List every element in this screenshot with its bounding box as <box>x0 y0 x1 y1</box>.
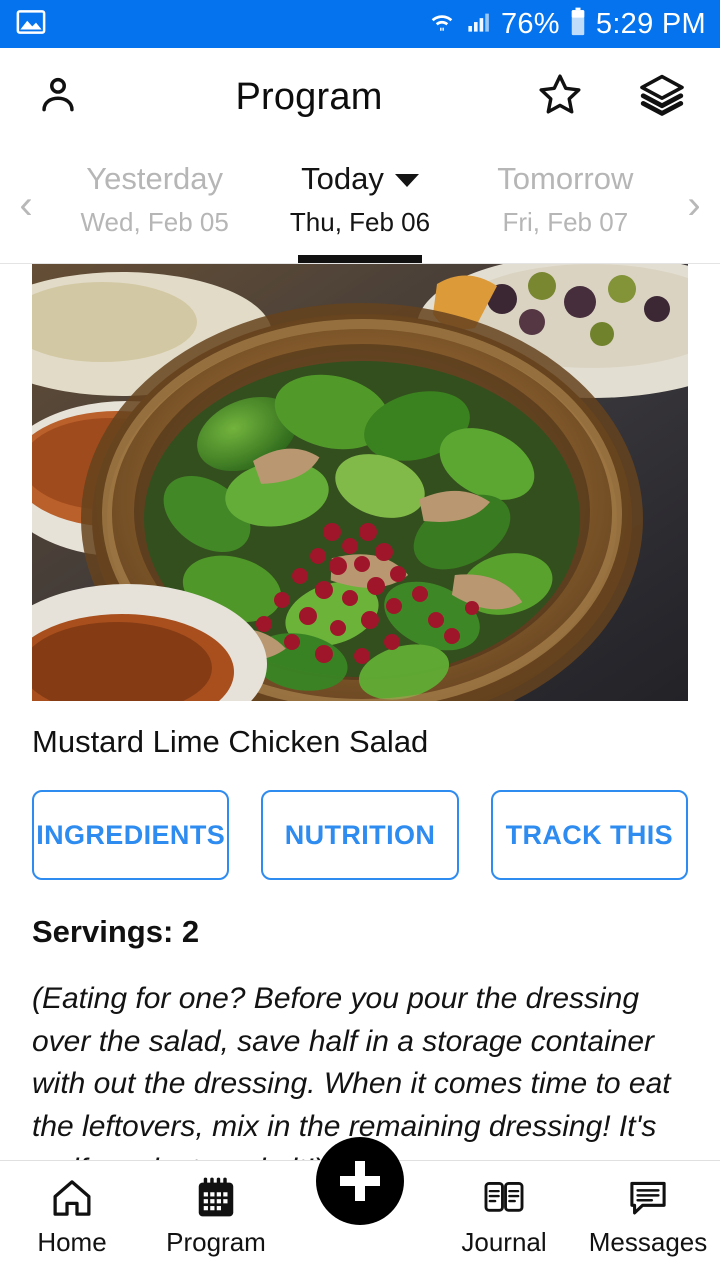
day-tab-yesterday[interactable]: Yesterday Wed, Feb 05 <box>52 146 257 263</box>
calendar-icon <box>193 1175 239 1221</box>
favorite-button[interactable] <box>532 69 588 125</box>
wifi-icon <box>428 8 456 41</box>
image-icon <box>16 7 46 42</box>
day-tab-today[interactable]: Today Thu, Feb 06 <box>257 146 462 263</box>
day-tab-today-date: Thu, Feb 06 <box>289 206 431 237</box>
nav-label-journal: Journal <box>461 1227 547 1257</box>
battery-icon <box>569 7 587 42</box>
app-bar: Program <box>0 48 720 146</box>
recipe-actions: INGREDIENTS NUTRITION TRACK THIS <box>0 760 720 881</box>
recipe-note: (Eating for one? Before you pour the dre… <box>32 982 671 1160</box>
status-bar-left <box>16 7 46 42</box>
bottom-navigation: Home Program Journal Messages <box>0 1137 720 1280</box>
day-selector: ‹ Yesterday Wed, Feb 05 Today Thu, Feb 0… <box>0 146 720 264</box>
day-tab-yesterday-date: Wed, Feb 05 <box>80 206 229 237</box>
profile-button[interactable] <box>30 69 86 125</box>
page-title: Program <box>235 75 383 118</box>
nav-label-program: Program <box>166 1227 266 1257</box>
prev-day-button[interactable]: ‹ <box>0 146 52 263</box>
clock-label: 5:29 PM <box>595 7 706 40</box>
status-bar: 76% 5:29 PM <box>0 0 720 48</box>
day-tab-yesterday-label: Yesterday <box>86 161 224 196</box>
app-bar-actions <box>532 69 690 125</box>
chevron-down-icon[interactable] <box>394 174 419 188</box>
nav-item-program[interactable]: Program <box>144 1175 288 1255</box>
star-outline-icon <box>536 71 584 124</box>
nav-item-journal[interactable]: Journal <box>432 1175 576 1255</box>
book-icon <box>481 1175 527 1221</box>
status-bar-right: 76% 5:29 PM <box>428 7 706 42</box>
home-icon <box>49 1175 95 1221</box>
next-day-button[interactable]: › <box>668 146 720 263</box>
day-tab-today-label: Today <box>301 161 384 196</box>
person-icon <box>36 73 80 122</box>
nav-label-messages: Messages <box>588 1227 708 1257</box>
app-screen: 76% 5:29 PM Program ‹ Yesterday Wed, Feb… <box>0 0 720 1280</box>
plus-icon <box>338 1159 382 1203</box>
recipe-title: Mustard Lime Chicken Salad <box>32 724 429 759</box>
layers-button[interactable] <box>634 69 690 125</box>
nav-item-home[interactable]: Home <box>0 1175 144 1255</box>
layers-icon <box>638 71 686 124</box>
nav-item-messages[interactable]: Messages <box>576 1175 720 1255</box>
servings-label: Servings: 2 <box>32 914 200 950</box>
add-button[interactable] <box>316 1137 404 1225</box>
salad-photo-illustration <box>32 264 688 701</box>
day-tab-tomorrow-label: Tomorrow <box>497 161 634 196</box>
program-content: Mustard Lime Chicken Salad INGREDIENTS N… <box>0 264 720 1160</box>
message-bubble-icon <box>625 1175 671 1221</box>
nutrition-button[interactable]: NUTRITION <box>261 790 459 881</box>
track-this-button[interactable]: TRACK THIS <box>490 790 688 881</box>
recipe-photo[interactable] <box>32 264 688 701</box>
nav-label-home: Home <box>37 1227 107 1257</box>
ingredients-button[interactable]: INGREDIENTS <box>32 790 230 881</box>
cellular-signal-icon <box>465 8 492 40</box>
active-tab-indicator <box>297 255 422 263</box>
day-tab-tomorrow[interactable]: Tomorrow Fri, Feb 07 <box>463 146 668 263</box>
day-tabs: Yesterday Wed, Feb 05 Today Thu, Feb 06 … <box>52 146 668 263</box>
day-tab-tomorrow-date: Fri, Feb 07 <box>502 206 629 237</box>
battery-percent-label: 76% <box>500 7 560 40</box>
